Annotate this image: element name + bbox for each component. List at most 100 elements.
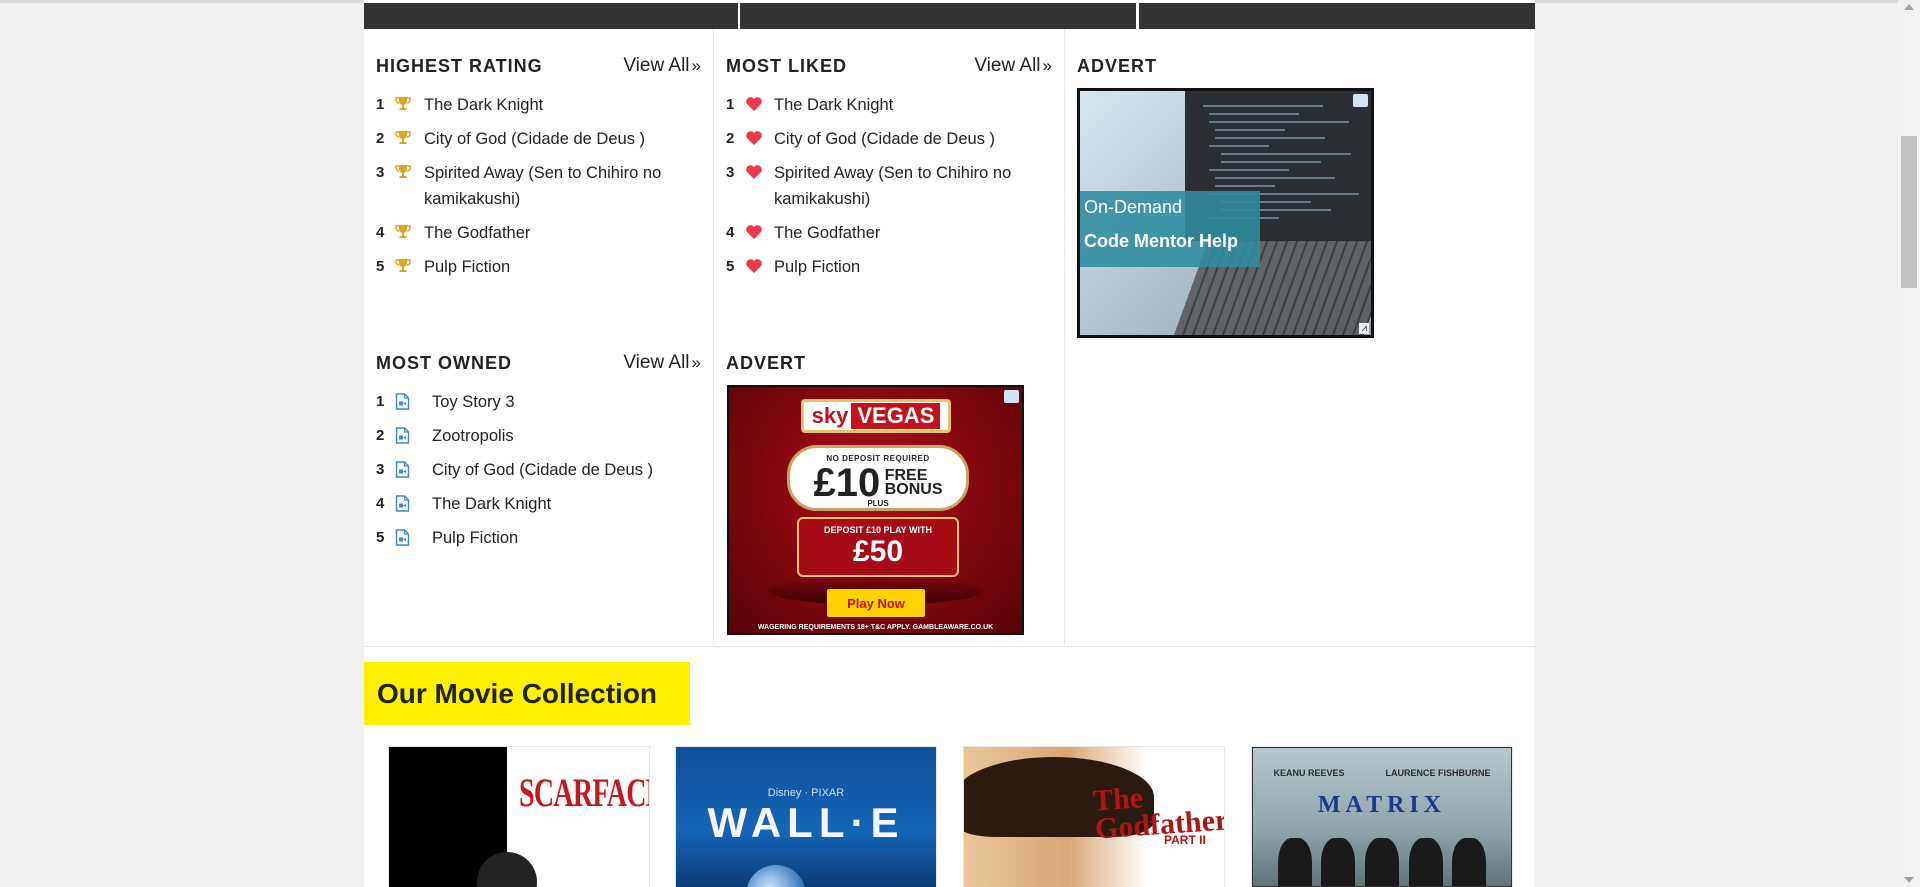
rank-number: 4 xyxy=(376,224,385,241)
view-all-label: View All xyxy=(974,55,1041,76)
nav-bar-segment-3[interactable] xyxy=(1139,3,1535,29)
poster-title: MATRIX xyxy=(1317,792,1447,818)
column-advert-right: ADVERT On-Demand Code Mentor Help ⩘ xyxy=(1065,29,1535,646)
movie-link[interactable]: Spirited Away (Sen to Chihiro no kamikak… xyxy=(774,160,1052,212)
list-item[interactable]: 3 Spirited Away (Sen to Chihiro no kamika… xyxy=(376,160,701,212)
highest-rating-list: 1 The Dark Knight 2 City of God (Cidade de … xyxy=(376,92,701,280)
list-item[interactable]: 3 City of God (Cidade de Deus ) xyxy=(376,457,701,483)
list-item[interactable]: 1 The Dark Knight xyxy=(376,92,701,118)
movie-link[interactable]: Toy Story 3 xyxy=(432,389,701,415)
list-item[interactable]: 5 Pulp Fiction xyxy=(726,254,1052,280)
heart-icon xyxy=(742,92,774,112)
ad-terms-text: WAGERING REQUIREMENTS 18+ T&C APPLY. GAM… xyxy=(757,624,994,631)
highest-rating-view-all-link[interactable]: View All» xyxy=(623,55,701,77)
double-chevron-right-icon: » xyxy=(691,353,701,372)
movie-poster-walle[interactable]: Disney · PIXAR WALL·E xyxy=(676,747,936,887)
deposit-line: DEPOSIT £10 PLAY WITH xyxy=(823,525,933,535)
movie-link[interactable]: The Godfather xyxy=(424,220,701,246)
ad-corner-icon[interactable]: ⩘ xyxy=(1359,323,1369,334)
movie-poster-scarface[interactable]: SCARFACE xyxy=(389,747,649,887)
list-item[interactable]: 4 The Godfather xyxy=(726,220,1052,246)
sky-vegas-ad[interactable]: sky VEGAS NO DEPOSIT REQUIRED £10 FREE BO… xyxy=(727,385,1024,635)
nav-bar-segment-1[interactable] xyxy=(364,3,738,29)
rank-number: 3 xyxy=(726,164,735,181)
section-divider xyxy=(364,646,1535,647)
most-liked-block: MOST LIKED View All» 1 The Dark Knight 2 Ci… xyxy=(726,54,1052,288)
movie-link[interactable]: Spirited Away (Sen to Chihiro no kamikak… xyxy=(424,160,701,212)
list-item[interactable]: 1 The Dark Knight xyxy=(726,92,1052,118)
most-liked-title: MOST LIKED xyxy=(726,55,847,76)
heart-icon xyxy=(742,160,774,180)
trophy-icon xyxy=(392,92,424,111)
list-item[interactable]: 1 Toy Story 3 xyxy=(376,389,701,415)
movie-poster-matrix[interactable]: KEANU REEVES LAURENCE FISHBURNE MATRIX xyxy=(1252,747,1512,887)
bonus-card: NO DEPOSIT REQUIRED £10 FREE BONUS PLUS xyxy=(787,445,969,511)
movie-link[interactable]: Pulp Fiction xyxy=(432,525,701,551)
poster-subtitle: PART II xyxy=(1164,833,1206,847)
movie-link[interactable]: The Godfather xyxy=(774,220,1052,246)
list-item[interactable]: 2 City of God (Cidade de Deus ) xyxy=(726,126,1052,152)
page-scrollbar[interactable] xyxy=(1898,0,1920,887)
video-file-icon xyxy=(392,457,432,478)
bonus-text: BONUS xyxy=(884,481,943,498)
rank-number: 5 xyxy=(376,529,385,546)
poster-title: WALL·E xyxy=(707,799,905,846)
rank-number: 1 xyxy=(376,96,385,113)
ad-choices-icon[interactable] xyxy=(1353,94,1368,107)
poster-actor-2: LAURENCE FISHBURNE xyxy=(1385,768,1491,778)
scroll-up-arrow-icon[interactable] xyxy=(1904,4,1914,10)
list-item[interactable]: 4 The Dark Knight xyxy=(376,491,701,517)
rank-number: 1 xyxy=(726,96,735,113)
deposit-amount: £50 xyxy=(852,535,904,568)
ad-choices-icon[interactable] xyxy=(1004,390,1019,403)
most-liked-list: 1 The Dark Knight 2 City of God (Cidade de … xyxy=(726,92,1052,280)
movie-link[interactable]: Pulp Fiction xyxy=(774,254,1052,280)
rank-number: 4 xyxy=(726,224,735,241)
sky-logo-text: sky xyxy=(811,403,849,428)
ad-line-2: Code Mentor Help xyxy=(1084,231,1239,251)
movie-link[interactable]: Zootropolis xyxy=(432,423,701,449)
vegas-logo-text: VEGAS xyxy=(851,403,941,429)
movie-card[interactable]: Disney · PIXAR WALL·E xyxy=(675,746,937,887)
movie-poster-godfather-2[interactable]: The Godfather PART II xyxy=(964,747,1224,887)
movie-link[interactable]: City of God (Cidade de Deus ) xyxy=(432,457,701,483)
trophy-icon xyxy=(392,220,424,239)
list-item[interactable]: 5 Pulp Fiction xyxy=(376,254,701,280)
list-item[interactable]: 5 Pulp Fiction xyxy=(376,525,701,551)
movie-link[interactable]: The Dark Knight xyxy=(424,92,701,118)
movie-link[interactable]: City of God (Cidade de Deus ) xyxy=(774,126,1052,152)
column-rankings-middle: MOST LIKED View All» 1 The Dark Knight 2 Ci… xyxy=(714,29,1065,646)
list-item[interactable]: 2 Zootropolis xyxy=(376,423,701,449)
video-file-icon xyxy=(392,491,432,512)
movie-card[interactable]: SCARFACE xyxy=(388,746,650,887)
rank-number: 5 xyxy=(726,258,735,275)
scrollbar-thumb[interactable] xyxy=(1901,136,1917,288)
movie-card[interactable]: KEANU REEVES LAURENCE FISHBURNE MATRIX xyxy=(1251,746,1513,887)
code-mentor-ad[interactable]: On-Demand Code Mentor Help ⩘ xyxy=(1077,88,1374,338)
view-all-label: View All xyxy=(623,352,690,373)
list-item[interactable]: 2 City of God (Cidade de Deus ) xyxy=(376,126,701,152)
bonus-amount: £10 xyxy=(813,461,881,505)
scroll-down-arrow-icon[interactable] xyxy=(1904,877,1914,883)
list-item[interactable]: 3 Spirited Away (Sen to Chihiro no kamika… xyxy=(726,160,1052,212)
highest-rating-title: HIGHEST RATING xyxy=(376,55,543,76)
movie-link[interactable]: City of God (Cidade de Deus ) xyxy=(424,126,701,152)
list-item[interactable]: 4 The Godfather xyxy=(376,220,701,246)
movie-link[interactable]: The Dark Knight xyxy=(774,92,1052,118)
heart-icon xyxy=(742,126,774,146)
most-owned-title: MOST OWNED xyxy=(376,352,512,373)
movie-link[interactable]: The Dark Knight xyxy=(432,491,701,517)
advert-title: ADVERT xyxy=(726,352,807,373)
movie-link[interactable]: Pulp Fiction xyxy=(424,254,701,280)
nav-bar-segment-2[interactable] xyxy=(740,3,1136,29)
rank-number: 4 xyxy=(376,495,385,512)
main-container: HIGHEST RATING View All» 1 The Dark Knigh… xyxy=(364,0,1535,887)
most-liked-view-all-link[interactable]: View All» xyxy=(974,55,1052,77)
double-chevron-right-icon: » xyxy=(1042,56,1052,75)
movie-card[interactable]: The Godfather PART II xyxy=(963,746,1225,887)
most-owned-view-all-link[interactable]: View All» xyxy=(623,352,701,374)
poster-earth xyxy=(746,865,806,887)
advert-block-right: ADVERT xyxy=(1077,54,1523,78)
play-now-button[interactable]: Play Now xyxy=(827,589,925,617)
sky-vegas-logo: sky VEGAS xyxy=(801,399,951,433)
